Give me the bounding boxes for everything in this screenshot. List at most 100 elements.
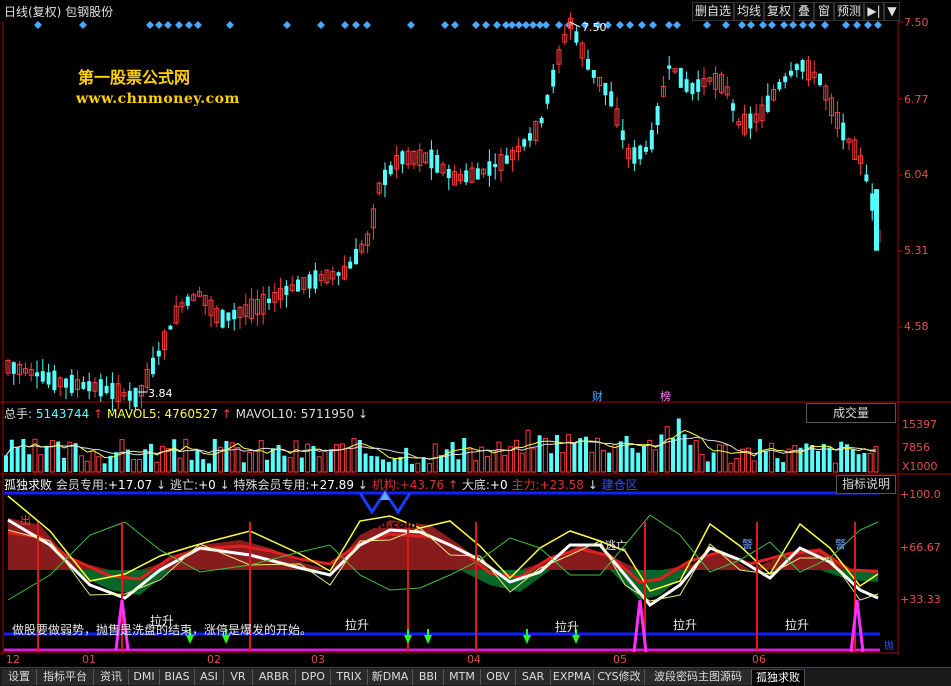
- diamond-icon: [522, 21, 530, 29]
- volume-bar: [450, 442, 455, 472]
- candle-body: [220, 309, 225, 328]
- indicator-tab[interactable]: 孤独求败: [752, 669, 805, 686]
- indicator-tab[interactable]: CYS修改: [594, 669, 645, 685]
- volume-bar: [78, 455, 84, 473]
- indicator-tab[interactable]: 波段密码主图源码: [645, 669, 752, 685]
- volume-bar: [525, 429, 531, 473]
- diamond-icon: [363, 21, 371, 29]
- candle-body: [226, 312, 231, 321]
- volume-bars: [4, 418, 879, 473]
- candle-body: [522, 139, 527, 147]
- volume-bar: [653, 449, 659, 473]
- indicator-field-value: +0: [198, 478, 216, 492]
- volume-bar: [189, 459, 194, 472]
- volume-bar: [716, 444, 722, 473]
- volume-bar: [595, 437, 601, 473]
- indicator-tab[interactable]: ARBR: [253, 669, 296, 685]
- volume-bar: [316, 456, 322, 473]
- diamond-icon: [780, 21, 788, 29]
- indicator-tab[interactable]: 资讯: [94, 669, 129, 685]
- volume-bar: [421, 457, 426, 472]
- volume-bar: [404, 447, 409, 472]
- volume-bar: [328, 451, 333, 472]
- volume-bar: [682, 434, 687, 472]
- candle-body: [354, 248, 358, 265]
- volume-bar: [636, 452, 641, 472]
- volume-bar: [287, 457, 293, 473]
- indicator-tab[interactable]: BIAS: [160, 669, 195, 685]
- price-tick: 4.58: [904, 320, 929, 333]
- volume-bar: [688, 444, 693, 472]
- chart-canvas[interactable]: [0, 0, 951, 667]
- candle-body: [609, 91, 614, 107]
- indicator-tab[interactable]: TRIX: [331, 669, 368, 685]
- volume-bar: [212, 438, 217, 472]
- diamond-icon: [768, 21, 776, 29]
- date-tick: 06: [752, 653, 766, 666]
- candle-body: [35, 372, 39, 377]
- indicator-tab[interactable]: SAR: [516, 669, 551, 685]
- volume-bar: [612, 444, 618, 473]
- green-down-arrow-icon: [424, 629, 432, 644]
- volume-bar: [62, 457, 66, 472]
- candle-body: [789, 70, 793, 76]
- white-down-arrow-icon: ↓: [587, 478, 598, 492]
- diamond-icon: [665, 21, 673, 29]
- diamond-icon: [155, 21, 163, 29]
- indicator-help-button[interactable]: 指标说明: [836, 475, 896, 494]
- indicator-tab[interactable]: BBI: [413, 669, 444, 685]
- date-tick: 05: [613, 653, 627, 666]
- indicator-field-value: +27.89: [309, 478, 354, 492]
- volume-header: 总手: 5143744 ↑ MAVOL5: 4760527 ↑ MAVOL10:…: [4, 405, 368, 422]
- candle-body: [574, 31, 579, 43]
- indicator-tab[interactable]: MTM: [444, 669, 481, 685]
- volume-bar: [839, 441, 844, 472]
- candle-body: [603, 82, 608, 96]
- volume-bar: [241, 462, 246, 472]
- diamond-icon: [821, 21, 829, 29]
- volume-value: 5143744: [35, 407, 90, 421]
- diamond-icon: [853, 21, 861, 29]
- indicator-tab[interactable]: DMI: [129, 669, 160, 685]
- indicator-tab[interactable]: DPO: [296, 669, 331, 685]
- candle-body: [296, 279, 300, 292]
- volume-bar: [873, 446, 879, 473]
- candle-body: [684, 79, 689, 92]
- candle-body: [487, 161, 492, 176]
- candle-body: [870, 193, 875, 211]
- candle-body: [539, 117, 544, 124]
- diamond-icon: [626, 21, 634, 29]
- candle-body: [267, 298, 271, 303]
- indicator-tab[interactable]: 设置: [2, 669, 37, 685]
- indicator-name[interactable]: 孤独求败: [4, 478, 52, 492]
- volume-bar: [131, 458, 137, 473]
- diamond-icon: [79, 21, 87, 29]
- volume-bar: [630, 448, 635, 472]
- indicator-tab[interactable]: 指标平台: [37, 669, 94, 685]
- diamond-icon: [164, 21, 172, 29]
- indicator-tab[interactable]: VR: [224, 669, 253, 685]
- candle-body: [818, 73, 822, 86]
- indicator-tab[interactable]: 新DMA: [368, 669, 413, 685]
- indicator-field-label: 主力:: [511, 478, 540, 492]
- candle-body: [46, 372, 51, 385]
- indicator-tab[interactable]: EXPMA: [551, 669, 594, 685]
- volume-bar: [224, 441, 229, 472]
- indicator-tab[interactable]: ASI: [195, 669, 224, 685]
- mavol10-value: 5711950: [300, 407, 355, 421]
- indicator-tab[interactable]: OBV: [481, 669, 516, 685]
- volume-bar: [282, 455, 287, 472]
- volume-bar: [73, 443, 78, 472]
- pull-up-label: 拉升: [555, 620, 580, 634]
- candle-body: [765, 95, 770, 112]
- indicator-tick: +66.67: [900, 541, 941, 554]
- volume-bar: [862, 453, 867, 472]
- candle-body: [307, 274, 312, 289]
- diamond-icon: [864, 21, 872, 29]
- finance-event-marker[interactable]: 财: [592, 388, 603, 404]
- volume-indicator-select[interactable]: 成交量: [806, 403, 896, 423]
- bottom-spike: [849, 599, 865, 653]
- volume-bar: [270, 448, 275, 472]
- volume-bar: [386, 461, 391, 472]
- list-event-marker[interactable]: 榜: [660, 388, 671, 404]
